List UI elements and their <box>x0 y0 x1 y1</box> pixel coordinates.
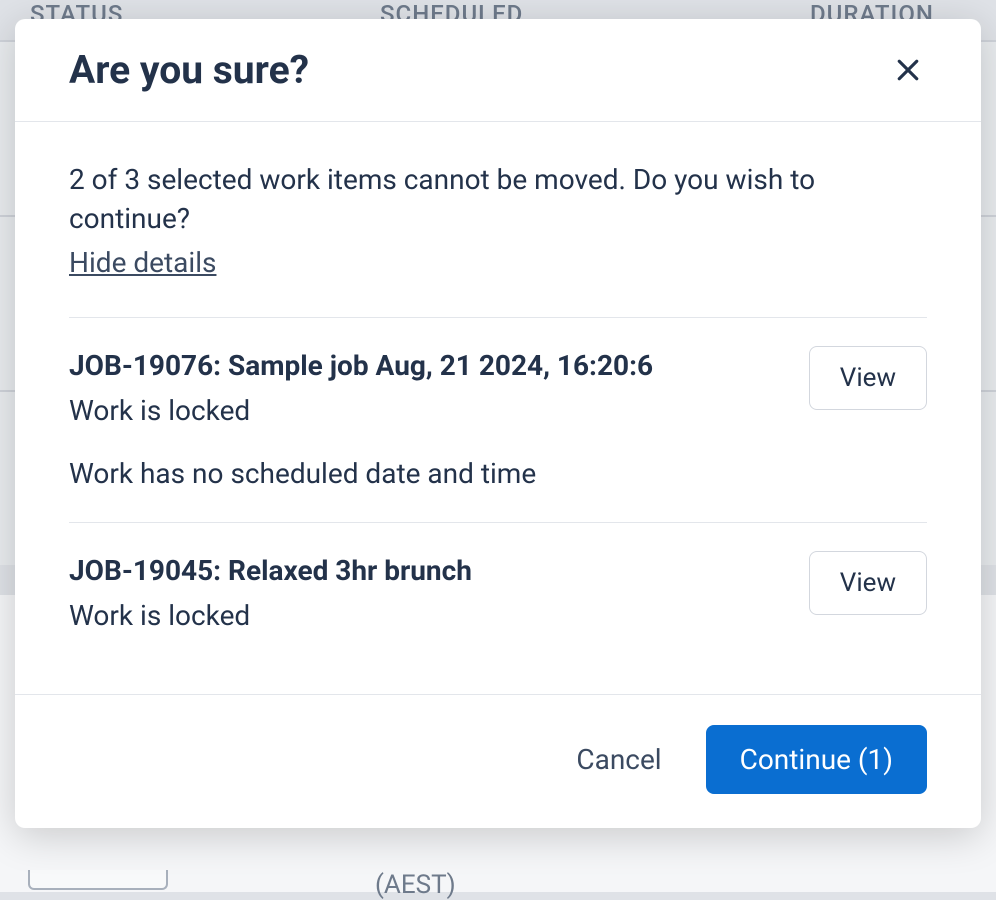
item-reason: Work is locked <box>69 391 789 432</box>
cancel-button[interactable]: Cancel <box>566 727 671 792</box>
modal-overlay: Are you sure? 2 of 3 selected work items… <box>0 0 996 892</box>
item-text: JOB-19045: Relaxed 3hr brunch Work is lo… <box>69 551 789 636</box>
blocked-item: JOB-19045: Relaxed 3hr brunch Work is lo… <box>69 523 927 664</box>
item-reason: Work is locked <box>69 596 789 637</box>
blocked-item: JOB-19076: Sample job Aug, 21 2024, 16:2… <box>69 318 927 523</box>
item-extra: Work has no scheduled date and time <box>69 454 789 495</box>
item-text: JOB-19076: Sample job Aug, 21 2024, 16:2… <box>69 346 789 494</box>
view-button[interactable]: View <box>809 346 927 410</box>
hide-details-link[interactable]: Hide details <box>69 246 216 279</box>
confirm-modal: Are you sure? 2 of 3 selected work items… <box>15 19 981 828</box>
modal-title: Are you sure? <box>69 47 309 93</box>
modal-footer: Cancel Continue (1) <box>15 694 981 828</box>
modal-header: Are you sure? <box>15 19 981 122</box>
view-button[interactable]: View <box>809 551 927 615</box>
item-title: JOB-19045: Relaxed 3hr brunch <box>69 551 789 592</box>
close-button[interactable] <box>889 51 927 89</box>
summary-text: 2 of 3 selected work items cannot be mov… <box>69 160 927 238</box>
close-icon <box>893 55 923 85</box>
item-title: JOB-19076: Sample job Aug, 21 2024, 16:2… <box>69 346 789 387</box>
continue-button[interactable]: Continue (1) <box>706 725 927 794</box>
modal-body: 2 of 3 selected work items cannot be mov… <box>15 122 981 694</box>
